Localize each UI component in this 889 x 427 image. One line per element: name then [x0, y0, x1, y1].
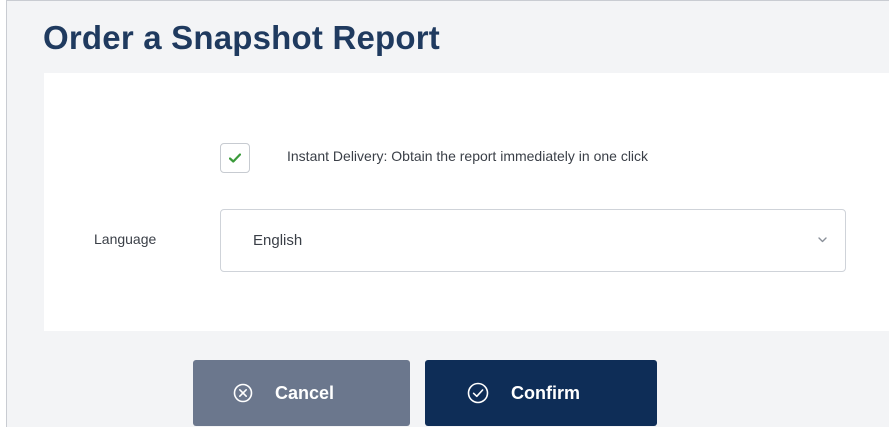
- instant-delivery-label[interactable]: Instant Delivery: Obtain the report imme…: [287, 148, 648, 164]
- confirm-button-label: Confirm: [511, 382, 580, 403]
- snapshot-report-dialog: Order a Snapshot Report Instant Delivery…: [6, 0, 889, 427]
- cancel-button[interactable]: Cancel: [193, 360, 410, 426]
- language-select[interactable]: English: [220, 209, 846, 272]
- dialog-title: Order a Snapshot Report: [43, 19, 440, 56]
- checkmark-icon: [229, 153, 241, 163]
- form-panel: Instant Delivery: Obtain the report imme…: [44, 73, 889, 331]
- instant-delivery-checkbox[interactable]: [220, 143, 250, 173]
- language-label: Language: [94, 231, 157, 247]
- confirm-button[interactable]: Confirm: [425, 360, 657, 426]
- cancel-button-label: Cancel: [275, 382, 335, 403]
- circle-check-icon: [467, 382, 489, 404]
- circle-x-icon: [233, 383, 253, 403]
- chevron-down-icon: [818, 237, 827, 243]
- language-selected-value: English: [253, 232, 303, 249]
